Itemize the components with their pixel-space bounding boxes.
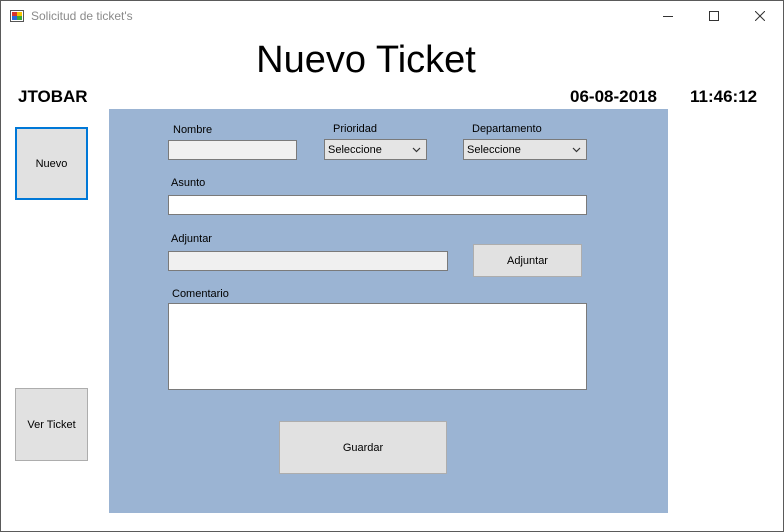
new-ticket-button[interactable]: Nuevo bbox=[15, 127, 88, 200]
close-icon bbox=[755, 11, 765, 21]
minimize-icon bbox=[663, 16, 673, 17]
comentario-label: Comentario bbox=[172, 288, 229, 300]
asunto-field[interactable] bbox=[168, 195, 587, 215]
ticket-form-panel: Nombre Prioridad Seleccione Departamento… bbox=[109, 109, 668, 513]
view-ticket-button[interactable]: Ver Ticket bbox=[15, 388, 88, 461]
prioridad-label: Prioridad bbox=[333, 123, 378, 135]
departamento-selected: Seleccione bbox=[467, 144, 521, 156]
nombre-field[interactable] bbox=[168, 140, 297, 160]
save-button-label: Guardar bbox=[342, 441, 384, 454]
prioridad-select[interactable]: Seleccione bbox=[324, 139, 427, 160]
view-ticket-button-label: Ver Ticket bbox=[27, 418, 76, 431]
adjuntar-label: Adjuntar bbox=[171, 233, 212, 245]
close-button[interactable] bbox=[737, 1, 783, 31]
page-title: Nuevo Ticket bbox=[256, 39, 476, 81]
asunto-label: Asunto bbox=[171, 177, 206, 189]
user-label: JTOBAR bbox=[18, 87, 88, 106]
title-bar[interactable]: Solicitud de ticket's bbox=[1, 1, 783, 31]
app-window: Solicitud de ticket's Nuevo Ticket JTOBA… bbox=[0, 0, 784, 532]
adjuntar-button[interactable]: Adjuntar bbox=[473, 244, 582, 277]
new-ticket-button-label: Nuevo bbox=[35, 157, 68, 170]
maximize-button[interactable] bbox=[691, 1, 737, 31]
app-icon bbox=[10, 9, 24, 23]
comentario-field[interactable] bbox=[168, 303, 587, 390]
window-title: Solicitud de ticket's bbox=[31, 9, 133, 23]
adjuntar-button-label: Adjuntar bbox=[507, 254, 548, 267]
date-label: 06-08-2018 bbox=[570, 87, 657, 106]
adjuntar-field[interactable] bbox=[168, 251, 448, 271]
prioridad-selected: Seleccione bbox=[328, 144, 382, 156]
departamento-label: Departamento bbox=[472, 123, 542, 135]
time-label: 11:46:12 bbox=[690, 87, 758, 106]
save-button[interactable]: Guardar bbox=[279, 421, 447, 474]
chevron-down-icon bbox=[412, 147, 421, 153]
page-title-wrap: Nuevo Ticket bbox=[1, 39, 731, 82]
nombre-label: Nombre bbox=[173, 124, 213, 136]
maximize-icon bbox=[709, 11, 719, 21]
minimize-button[interactable] bbox=[645, 1, 691, 31]
departamento-select[interactable]: Seleccione bbox=[463, 139, 587, 160]
chevron-down-icon bbox=[572, 147, 581, 153]
